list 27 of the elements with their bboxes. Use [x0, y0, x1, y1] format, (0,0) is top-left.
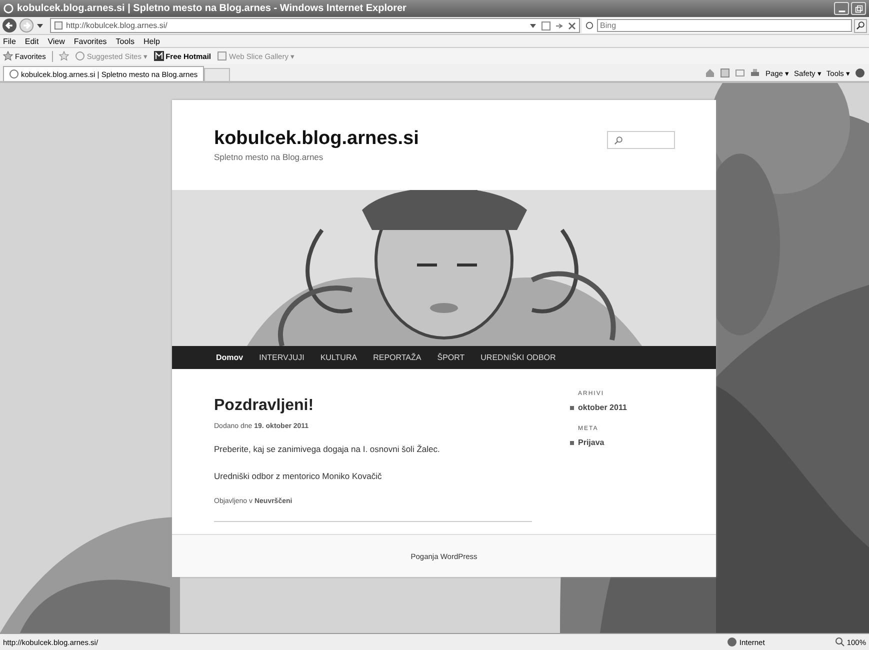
print-icon[interactable]	[750, 68, 760, 78]
mail-icon[interactable]	[735, 68, 746, 78]
search-field[interactable]: Bing	[597, 19, 852, 32]
search-button[interactable]	[854, 18, 867, 32]
add-favorite-icon[interactable]	[58, 51, 69, 61]
close-icon[interactable]	[567, 20, 577, 30]
menu-item[interactable]: Favorites	[74, 36, 107, 46]
minimize-button[interactable]	[834, 2, 849, 15]
restore-icon	[854, 4, 862, 12]
page-icon	[54, 21, 63, 30]
mail-icon	[154, 51, 164, 61]
zoom-icon	[834, 637, 845, 647]
restore-button[interactable]	[851, 2, 866, 15]
back-icon[interactable]	[2, 18, 17, 33]
window-title: kobulcek.blog.arnes.si | Spletno mesto na Blog.arnes - Windows Internet Explorer	[17, 3, 408, 14]
search-icon	[856, 21, 865, 30]
menu-item[interactable]: Tools	[116, 36, 134, 46]
dropdown-icon[interactable]	[36, 22, 44, 30]
menu-item[interactable]: Help	[143, 36, 160, 46]
menu-item[interactable]: Edit	[24, 36, 39, 46]
page-icon	[217, 51, 227, 61]
star-icon	[3, 51, 13, 61]
home-icon[interactable]	[705, 68, 716, 78]
browser-icon	[3, 3, 14, 14]
address-field[interactable]: http://kobulcek.blog.arnes.si/	[50, 18, 580, 33]
menu-item[interactable]: File	[3, 36, 16, 46]
menu-item[interactable]: View	[48, 36, 65, 46]
